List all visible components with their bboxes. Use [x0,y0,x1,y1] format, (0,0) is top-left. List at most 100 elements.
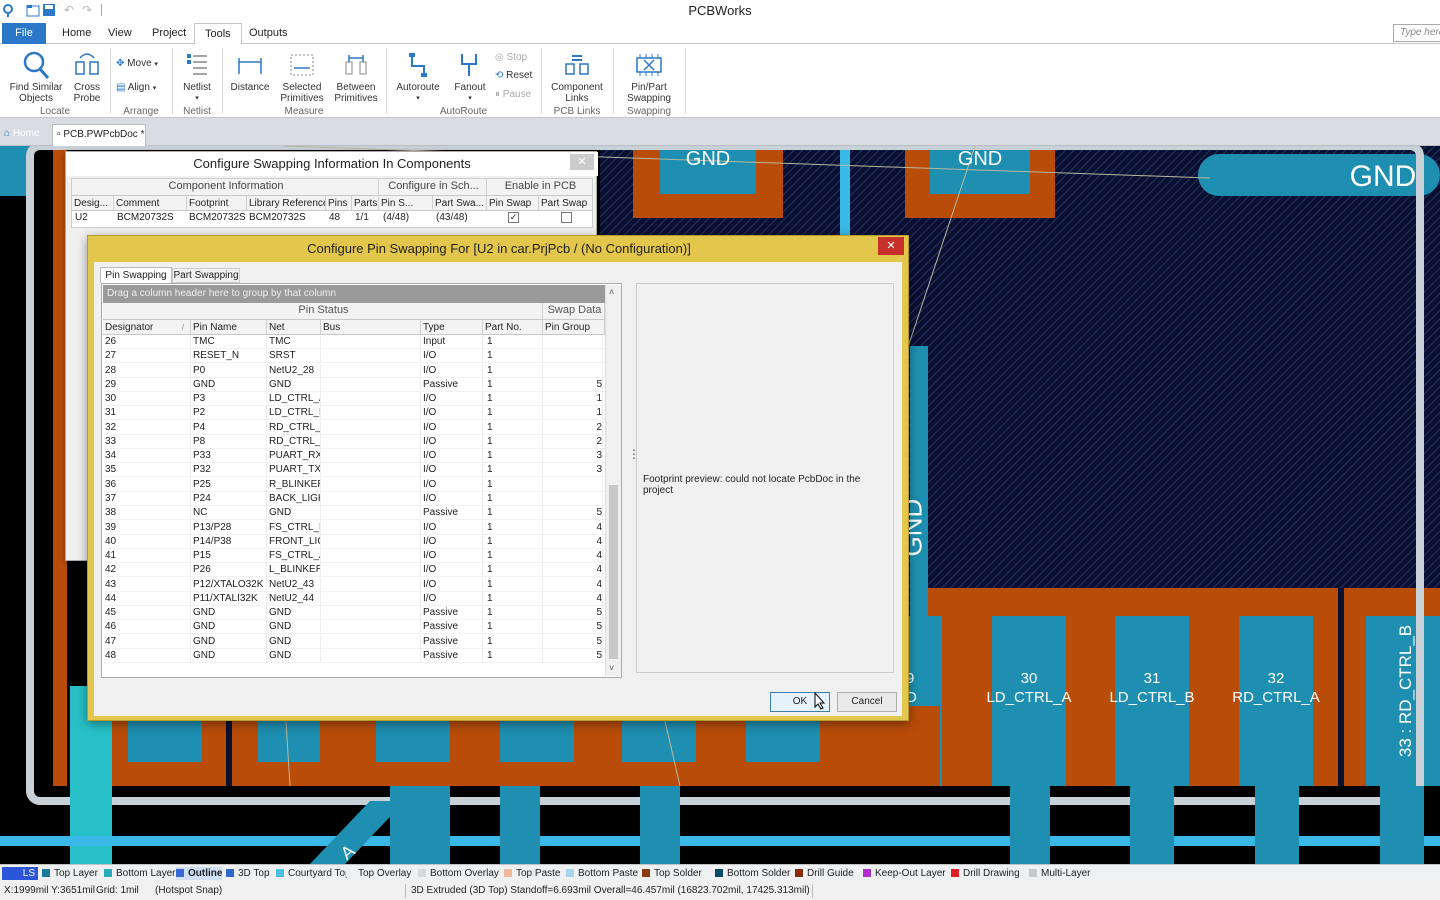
column-header[interactable]: Footprint [187,196,247,211]
column-header[interactable]: Pins [326,196,352,211]
table-cell: I/O [423,491,483,506]
close-icon[interactable]: ✕ [570,154,594,170]
column-header-designator[interactable]: Designator / [103,320,191,335]
layer-tab[interactable]: Keep-Out Layer [863,867,946,880]
column-header[interactable]: Library Reference [247,196,326,211]
table-row[interactable]: 46 GND GND Passive 1 5 [103,620,605,635]
cancel-button[interactable]: Cancel [837,692,897,712]
table-row[interactable]: 48 GND GND Passive 1 5 [103,648,605,663]
layer-tab[interactable]: Drill Drawing [951,867,1020,880]
pin-number: 32 [1267,670,1285,687]
layer-tab[interactable]: Outline [176,867,223,880]
stop-button[interactable]: ◎ Stop [495,50,527,66]
table-row[interactable]: 32P4RD_CTRL_A I/O 12 [103,420,605,435]
scrollbar[interactable]: ˄ ˅ [605,285,621,676]
table-cell: LD_CTRL_A [269,392,321,407]
cell-pins: 48 [329,212,341,223]
tab-pin-swapping[interactable]: Pin Swapping [100,267,172,283]
column-header[interactable]: Pin S... [379,196,433,211]
column-header[interactable]: Parts [352,196,379,211]
cross-probe-button[interactable]: Cross Probe [70,50,104,104]
layer-tab[interactable]: 3D Top [226,867,270,880]
reset-button[interactable]: ⟲ Reset [495,68,532,84]
selected-primitives-button[interactable]: Selected Primitives [278,50,326,104]
table-row[interactable]: 37P24BACK_LIGHT I/O 1 [103,491,605,506]
distance-button[interactable]: Distance [228,50,272,93]
between-primitives-button[interactable]: Between Primitives [332,50,380,104]
layer-tab[interactable]: Top Layer [42,867,98,880]
move-button[interactable]: ✥ Move ▾ [116,56,158,72]
column-header-part-no[interactable]: Part No. [483,320,543,335]
layer-tab[interactable]: Top Overlay [346,867,411,880]
tab-file[interactable]: File [2,23,46,44]
table-row[interactable]: 40P14/P38FRONT_LIGH I/O 14 [103,534,605,549]
document-tab[interactable]: ▫ PCB.PWPcbDoc * [52,124,146,146]
table-row[interactable]: 41 P15 FS_CTRL_A I/O 1 4 [103,549,605,564]
table-row[interactable]: 36P25R_BLINKERS I/O 1 [103,477,605,492]
layer-tab[interactable]: Bottom Overlay [418,867,499,880]
table-row[interactable]: 26 TMC TMC Input 1 [103,335,605,349]
table-row[interactable]: 29 GND GND Passive 1 5 [103,377,605,392]
autoroute-button[interactable]: Autoroute ▾ [394,50,442,104]
layer-tab[interactable]: Drill Guide [795,867,854,880]
table-row[interactable]: 44 P11/XTALI32K NetU2_44 I/O 1 4 [103,591,605,606]
table-row[interactable]: 34 P33 PUART_RX I/O 1 3 [103,449,605,464]
layer-color-swatch [642,869,650,877]
layer-tab[interactable]: Bottom Layer [104,867,175,880]
table-row[interactable]: 27 RESET_N SRST I/O 1 [103,349,605,364]
column-header[interactable]: Desig... [72,196,114,211]
home-tab[interactable]: ⌂ Home [4,126,40,142]
column-header[interactable]: Part Swa... [433,196,487,211]
tab-view[interactable]: View [98,23,142,44]
close-icon[interactable]: ✕ [878,237,904,255]
table-row[interactable]: 45 GND GND Passive 1 5 [103,606,605,621]
table-row[interactable]: 47 GND GND Passive 1 5 [103,634,605,649]
column-header-type[interactable]: Type [421,320,483,335]
column-header[interactable]: Part Swap [539,196,593,211]
align-button[interactable]: ▤ Align ▾ [116,80,156,96]
table-row[interactable]: 28 P0 NetU2_28 I/O 1 [103,363,605,378]
table-row[interactable]: 39 P13/P28 FS_CTRL_B I/O 1 4 [103,520,605,535]
table-row[interactable]: 38 NC GND Passive 1 5 [103,506,605,521]
part-swap-checkbox[interactable] [561,212,572,223]
tab-home[interactable]: Home [52,23,101,44]
table-cell [323,606,421,621]
table-row[interactable]: 43 P12/XTALO32K NetU2_43 I/O 1 4 [103,577,605,592]
tab-tools[interactable]: Tools [194,23,242,45]
pin-part-swapping-button[interactable]: Pin/Part Swapping [619,50,679,104]
tab-part-swapping[interactable]: Part Swapping [172,268,240,283]
table-cell: 27 [105,349,191,364]
netlist-button[interactable]: Netlist ▾ [176,50,218,104]
search-input[interactable]: Type here [1393,24,1440,42]
layer-tab[interactable]: Bottom Solder [715,867,790,880]
column-header-bus[interactable]: Bus [321,320,421,335]
table-cell: 26 [105,335,191,349]
tab-outputs[interactable]: Outputs [239,23,298,44]
table-row[interactable]: 30 P3 LD_CTRL_A I/O 1 1 [103,392,605,407]
table-row[interactable]: 42P26L_BLINKERS I/O 14 [103,563,605,578]
table-row[interactable]: 31 P2 LD_CTRL_B I/O 1 1 [103,406,605,421]
component-links-button[interactable]: Component Links [548,50,606,104]
table-row[interactable]: 33P8RD_CTRL_B I/O 12 [103,434,605,449]
layer-tab[interactable]: Bottom Paste [566,867,638,880]
tab-project[interactable]: Project [142,23,196,44]
layer-tab[interactable]: Multi-Layer [1029,867,1090,880]
pin-swap-checkbox[interactable]: ✓ [508,212,519,223]
table-row[interactable]: 35 P32 PUART_TX I/O 1 3 [103,463,605,478]
column-header[interactable]: Pin Swap [487,196,539,211]
layer-tab[interactable]: Top Solder [642,867,702,880]
scroll-up-icon[interactable]: ˄ [609,287,614,297]
layer-tab[interactable]: Courtyard Top [276,867,351,880]
column-header-pin-group[interactable]: Pin Group [543,320,605,335]
column-header-pin-name[interactable]: Pin Name [191,320,267,335]
fanout-button[interactable]: Fanout ▾ [450,50,490,104]
pin-net: LD_CTRL_A [986,689,1072,706]
pause-button[interactable]: ⏸ Pause [495,87,531,103]
layer-tab[interactable]: Top Paste [504,867,560,880]
column-header-net[interactable]: Net [267,320,321,335]
scroll-down-icon[interactable]: ˅ [609,663,614,673]
layer-tab[interactable]: LS [2,867,38,880]
scrollbar-thumb[interactable] [609,485,618,659]
find-similar-button[interactable]: Find Similar Objects [6,50,66,104]
column-header[interactable]: Comment [114,196,187,211]
